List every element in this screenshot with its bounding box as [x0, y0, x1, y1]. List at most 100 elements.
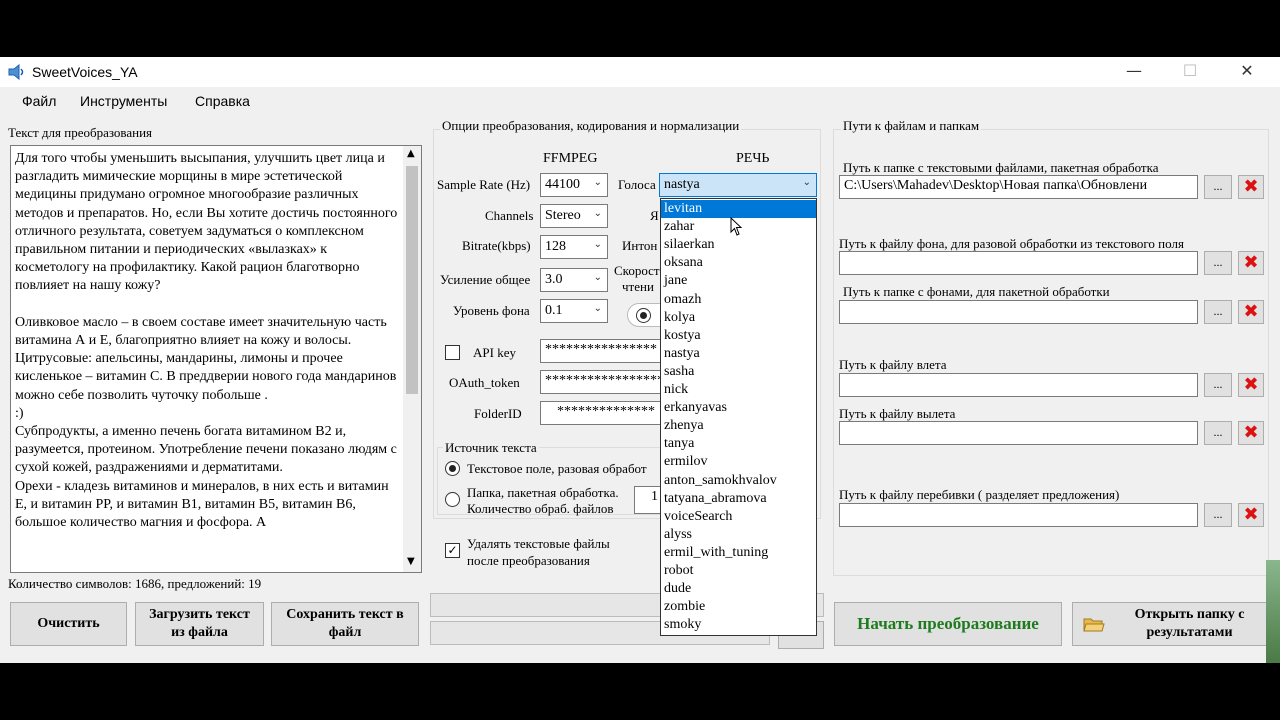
separator-file-label: Путь к файлу перебивки ( разделяет предл… [839, 487, 1120, 502]
intro-file-field[interactable] [839, 373, 1198, 397]
bg-folder-browse-button[interactable]: ... [1204, 300, 1232, 324]
voice-option[interactable]: voiceSearch [661, 508, 816, 526]
apikey-field[interactable]: **************** [540, 339, 661, 363]
delete-files-checkbox[interactable]: ✓ [445, 543, 460, 558]
voice-option[interactable]: smoky [661, 616, 816, 634]
clear-button[interactable]: Очистить [10, 602, 127, 646]
text-folder-remove-button[interactable]: ✖ [1238, 175, 1264, 199]
menu-file[interactable]: Файл [22, 93, 56, 109]
voice-option[interactable]: sasha [661, 363, 816, 381]
bg-level-value: 0.1 [545, 303, 563, 318]
separator-file-browse-button[interactable]: ... [1204, 503, 1232, 527]
bg-folder-field[interactable] [839, 300, 1198, 324]
open-results-folder-label: Открыть папку с результатами [1134, 607, 1245, 640]
voice-option[interactable]: levitan [661, 200, 816, 219]
channels-value: Stereo [545, 208, 581, 223]
voice-option[interactable]: kostya [661, 327, 816, 345]
voices-dropdown-list[interactable]: levitan zahar silaerkan oksana jane omazh koly… [660, 198, 817, 636]
intonation-label: Интон [622, 238, 658, 253]
outro-file-browse-button[interactable]: ... [1204, 421, 1232, 445]
text-content[interactable]: Для того чтобы уменьшить высыпания, улуч… [15, 150, 399, 532]
voice-option[interactable]: kolya [661, 309, 816, 327]
bg-folder-remove-button[interactable]: ✖ [1238, 300, 1264, 324]
voice-option[interactable]: jane [661, 272, 816, 290]
voice-option[interactable]: ermil_with_tuning [661, 544, 816, 562]
scroll-thumb[interactable] [406, 166, 418, 394]
voice-option[interactable]: ermilov [661, 453, 816, 471]
menu-help[interactable]: Справка [195, 93, 250, 109]
folder-count-field[interactable]: 1 [634, 486, 662, 514]
folderid-field[interactable]: ************** [540, 401, 661, 425]
oauth-label: OAuth_token [449, 375, 520, 390]
voice-option[interactable]: oksana [661, 254, 816, 272]
start-conversion-button[interactable]: Начать преобразование [834, 602, 1062, 646]
gain-value: 3.0 [545, 272, 563, 287]
chevron-down-icon: ⌄ [593, 177, 602, 188]
bg-file-remove-button[interactable]: ✖ [1238, 251, 1264, 275]
speed-label-2: чтени [622, 279, 654, 294]
close-button[interactable]: ✕ [1224, 61, 1270, 80]
text-panel-label: Текст для преобразования [8, 125, 153, 140]
voice-option[interactable]: robot [661, 562, 816, 580]
voice-option[interactable]: silaerkan [661, 236, 816, 254]
folderid-label: FolderID [474, 406, 522, 421]
scroll-down-icon[interactable]: ▼ [407, 556, 415, 567]
voice-option[interactable]: zhenya [661, 417, 816, 435]
text-folder-browse-button[interactable]: ... [1204, 175, 1232, 199]
outro-file-remove-button[interactable]: ✖ [1238, 421, 1264, 445]
voice-option[interactable]: tanya [661, 435, 816, 453]
title-bar: SweetVoices_YA — ☐ ✕ [0, 57, 1280, 87]
bitrate-select[interactable]: 128 ⌄ [540, 235, 608, 259]
source-group-title: Источник текста [443, 440, 539, 456]
voice-option[interactable]: zombie [661, 598, 816, 616]
text-scrollbar[interactable]: ▲ ▼ [403, 146, 421, 572]
menu-bar: Файл Инструменты Справка [0, 87, 1280, 116]
intro-file-remove-button[interactable]: ✖ [1238, 373, 1264, 397]
app-window: SweetVoices_YA — ☐ ✕ Файл Инструменты Сп… [0, 57, 1280, 663]
sample-rate-select[interactable]: 44100 ⌄ [540, 173, 608, 197]
voice-option[interactable]: erkanyavas [661, 399, 816, 417]
speech-header: РЕЧЬ [736, 151, 770, 166]
bg-level-select[interactable]: 0.1 ⌄ [540, 299, 608, 323]
apikey-label: API key [473, 345, 516, 360]
load-text-button[interactable]: Загрузить текст из файла [135, 602, 264, 646]
speed-radio[interactable] [636, 308, 651, 323]
source-folder-radio[interactable] [445, 492, 460, 507]
voice-option[interactable]: nastya [661, 345, 816, 363]
delete-files-label-2: после преобразования [467, 553, 590, 568]
separator-file-remove-button[interactable]: ✖ [1238, 503, 1264, 527]
separator-file-field[interactable] [839, 503, 1198, 527]
oauth-field[interactable]: ****************** [540, 370, 661, 394]
save-text-button[interactable]: Сохранить текст в файл [271, 602, 419, 646]
maximize-button[interactable]: ☐ [1167, 61, 1213, 80]
voice-option[interactable]: omazh [661, 291, 816, 309]
source-text-radio[interactable] [445, 461, 460, 476]
speed-toggle-partial[interactable] [627, 303, 661, 327]
scroll-up-icon[interactable]: ▲ [407, 148, 415, 159]
window-title: SweetVoices_YA [32, 64, 138, 80]
desktop-background [1266, 560, 1280, 663]
outro-file-field[interactable] [839, 421, 1198, 445]
delete-files-label-1: Удалять текстовые файлы [467, 536, 610, 551]
intro-file-label: Путь к файлу влета [839, 357, 947, 372]
voices-select[interactable]: nastya ⌄ [659, 173, 817, 197]
menu-tools[interactable]: Инструменты [80, 93, 167, 109]
paths-group-title: Пути к файлам и папкам [841, 118, 982, 134]
gain-select[interactable]: 3.0 ⌄ [540, 268, 608, 292]
intro-file-browse-button[interactable]: ... [1204, 373, 1232, 397]
voice-option[interactable]: dude [661, 580, 816, 598]
bg-file-browse-button[interactable]: ... [1204, 251, 1232, 275]
bg-file-field[interactable] [839, 251, 1198, 275]
apikey-checkbox[interactable] [445, 345, 460, 360]
voice-option[interactable]: nick [661, 381, 816, 399]
voice-option[interactable]: alyss [661, 526, 816, 544]
open-results-folder-button[interactable]: Открыть папку с результатами [1072, 602, 1267, 646]
channels-select[interactable]: Stereo ⌄ [540, 204, 608, 228]
text-input-area[interactable]: Для того чтобы уменьшить высыпания, улуч… [10, 145, 422, 573]
minimize-button[interactable]: — [1111, 61, 1157, 80]
options-group-title: Опции преобразования, кодирования и норм… [440, 118, 742, 134]
text-folder-field[interactable]: C:\Users\Mahadev\Desktop\Новая папка\Обн… [839, 175, 1198, 199]
voice-option[interactable]: tatyana_abramova [661, 490, 816, 508]
voice-option[interactable]: anton_samokhvalov [661, 472, 816, 490]
speed-label-1: Скорост [614, 263, 660, 278]
